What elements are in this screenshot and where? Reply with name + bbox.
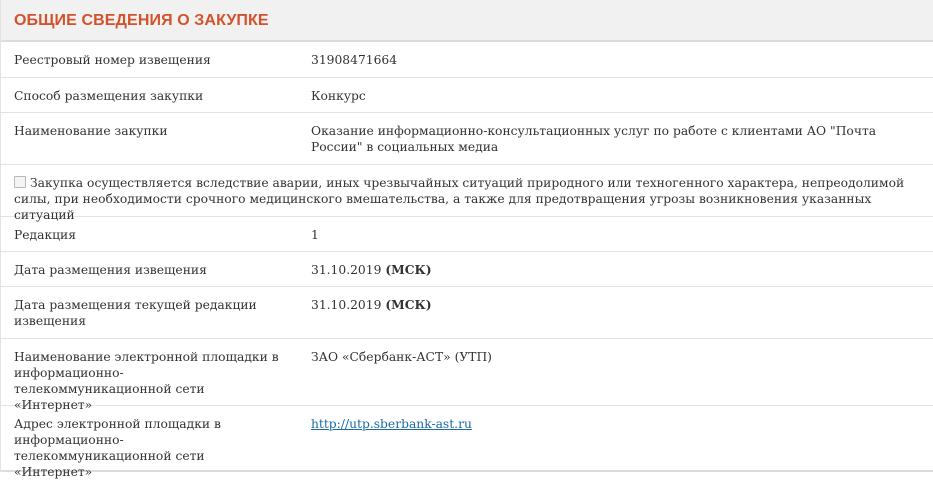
row-platform-name: Наименование электронной площадки в инфо… — [1, 339, 933, 412]
edition-date-value: 31.10.2019 — [311, 298, 382, 312]
platform-url-field: http://utp.sberbank-ast.ru — [311, 406, 933, 470]
platform-url-label: Адрес электронной площадки в информацион… — [14, 417, 221, 479]
row-notice-date: Дата размещения извещения 31.10.2019 (МС… — [1, 252, 933, 287]
edition-date-field: 31.10.2019 (МСК) — [311, 287, 933, 338]
emergency-checkbox[interactable] — [14, 176, 26, 188]
edition-date-label: Дата размещения текущей редакции извещен… — [14, 298, 257, 328]
notice-date-field: 31.10.2019 (МСК) — [311, 252, 933, 286]
platform-name-value: ЗАО «Сбербанк-АСТ» (УТП) — [311, 350, 492, 364]
row-edition: Редакция 1 — [1, 217, 933, 252]
edition-label: Редакция — [14, 228, 77, 242]
notice-date-timezone: (МСК) — [385, 262, 432, 277]
registry-number-value: 31908471664 — [311, 53, 398, 67]
row-emergency: Закупка осуществляется вследствие аварии… — [1, 165, 933, 222]
notice-date-label: Дата размещения извещения — [14, 263, 207, 277]
notice-date-value: 31.10.2019 — [311, 263, 382, 277]
row-purchase-name: Наименование закупки Оказание информацио… — [1, 113, 933, 165]
purchase-name-label: Наименование закупки — [14, 124, 168, 138]
row-method: Способ размещения закупки Конкурс — [1, 78, 933, 113]
purchase-info-panel: ОБЩИЕ СВЕДЕНИЯ О ЗАКУПКЕ Реестровый номе… — [0, 0, 933, 479]
row-platform-url: Адрес электронной площадки в информацион… — [1, 406, 933, 479]
platform-url-link[interactable]: http://utp.sberbank-ast.ru — [311, 417, 472, 431]
section-header: ОБЩИЕ СВЕДЕНИЯ О ЗАКУПКЕ — [1, 0, 933, 42]
row-edition-date: Дата размещения текущей редакции извещен… — [1, 287, 933, 339]
edition-date-timezone: (МСК) — [385, 297, 432, 312]
emergency-block: Закупка осуществляется вследствие аварии… — [1, 165, 933, 222]
emergency-label: Закупка осуществляется вследствие аварии… — [14, 176, 905, 222]
method-label: Способ размещения закупки — [14, 89, 204, 103]
edition-value: 1 — [311, 228, 319, 242]
purchase-name-value: Оказание информационно-консультационных … — [311, 124, 877, 154]
platform-name-label: Наименование электронной площадки в инфо… — [14, 350, 279, 412]
registry-number-label: Реестровый номер извещения — [14, 53, 211, 67]
row-registry-number: Реестровый номер извещения 31908471664 — [1, 42, 933, 78]
section-title: ОБЩИЕ СВЕДЕНИЯ О ЗАКУПКЕ — [14, 12, 269, 29]
method-value: Конкурс — [311, 89, 366, 103]
